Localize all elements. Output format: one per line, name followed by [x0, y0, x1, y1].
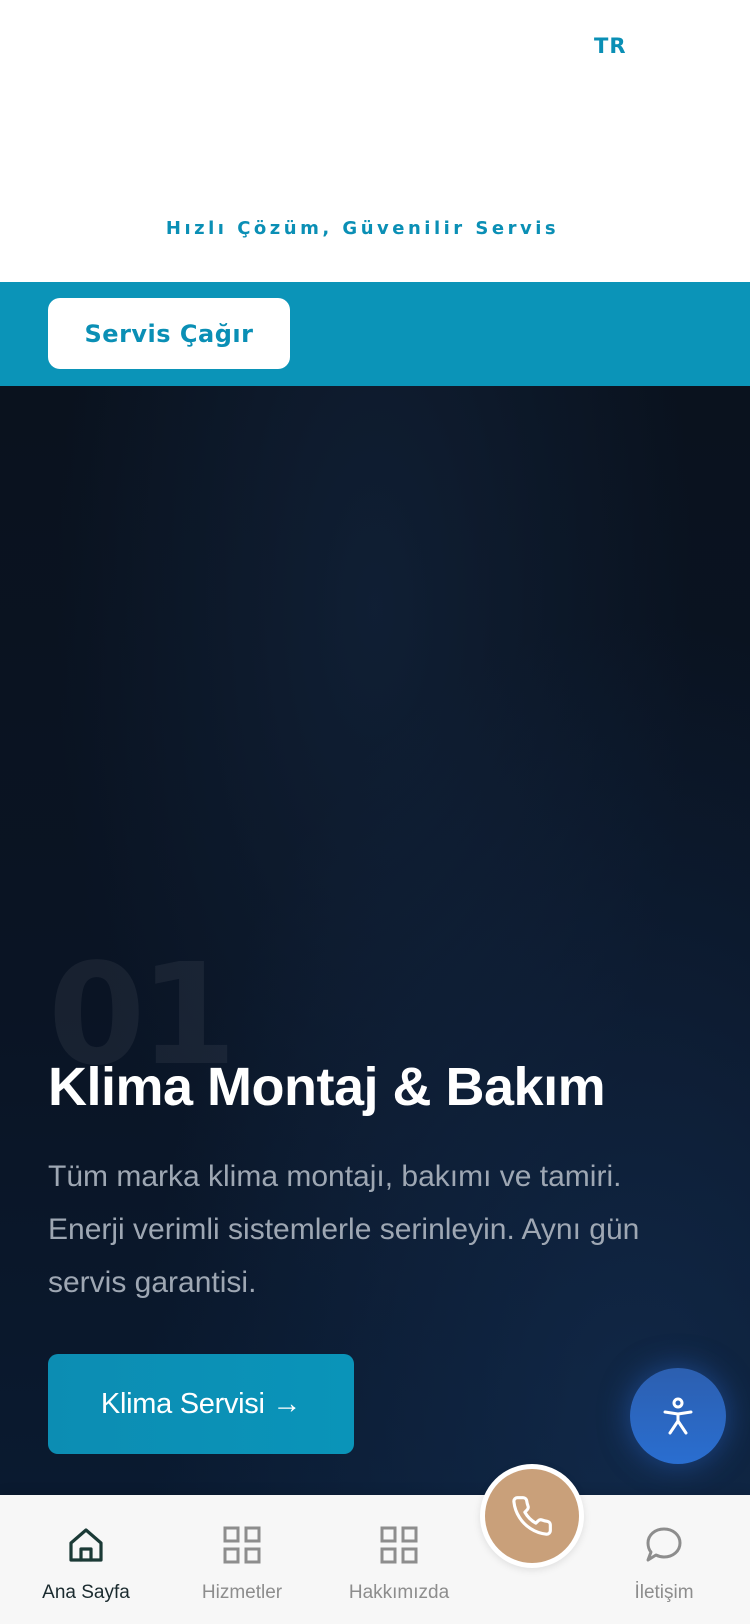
nav-item-services[interactable]: Hizmetler — [186, 1495, 298, 1624]
hero-title: Klima Montaj & Bakım — [48, 1057, 606, 1117]
nav-item-label: Hizmetler — [201, 1582, 283, 1603]
nav-item-label: Hakkımızda — [348, 1582, 450, 1603]
nav-item-about[interactable]: Hakkımızda — [336, 1495, 462, 1624]
home-icon — [64, 1523, 108, 1567]
service-bar: Servis Çağır — [0, 282, 750, 386]
nav-item-contact[interactable]: İletişim — [608, 1495, 720, 1624]
chat-bubble-icon — [642, 1523, 686, 1567]
nav-item-home[interactable]: Ana Sayfa — [30, 1495, 142, 1624]
accessibility-icon — [663, 1397, 693, 1435]
call-service-button[interactable]: Servis Çağır — [48, 298, 290, 369]
bottom-navigation: Ana Sayfa Hizmetler Hakkımızda İletişim — [0, 1495, 750, 1624]
hero-description: Tüm marka klima montajı, bakımı ve tamir… — [48, 1160, 640, 1299]
nav-item-label: İletişim — [634, 1582, 694, 1603]
top-header: TR Hızlı Çözüm, Güvenilir Servis — [0, 0, 750, 282]
language-switch[interactable]: TR — [594, 34, 627, 58]
call-button-circle — [485, 1469, 579, 1563]
grid-icon — [220, 1523, 264, 1567]
call-button[interactable] — [480, 1464, 584, 1568]
nav-item-label: Ana Sayfa — [42, 1582, 130, 1603]
hero-section: 01 Klima Montaj & Bakım Tüm marka klima … — [0, 386, 750, 1496]
tagline: Hızlı Çözüm, Güvenilir Servis — [165, 218, 560, 239]
accessibility-button[interactable] — [630, 1368, 726, 1464]
phone-icon — [512, 1496, 552, 1536]
grid-icon — [377, 1523, 421, 1567]
air-conditioner-service-button[interactable]: Klima Servisi → — [48, 1354, 354, 1454]
